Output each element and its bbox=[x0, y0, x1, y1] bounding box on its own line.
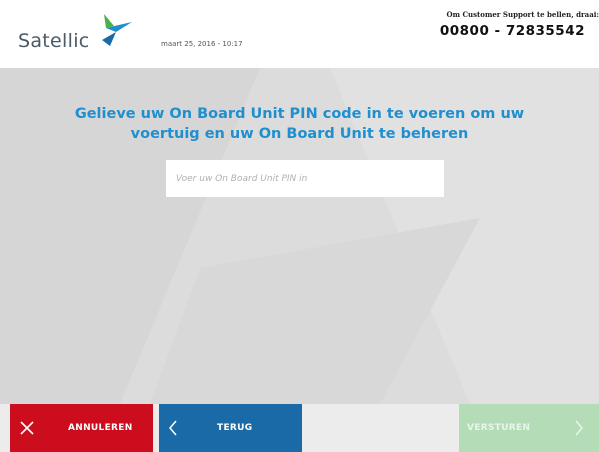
pin-input[interactable] bbox=[166, 160, 444, 197]
chevron-right-icon bbox=[575, 420, 583, 436]
chevron-left-icon bbox=[169, 420, 177, 436]
back-button[interactable]: TERUG bbox=[159, 404, 302, 452]
header: Satellic maart 25, 2016 - 10:17 Om Custo… bbox=[0, 0, 599, 68]
support-label: Om Customer Support te bellen, draai: bbox=[446, 10, 599, 19]
support-phone: 00800 - 72835542 bbox=[439, 23, 585, 39]
satellic-logo: Satellic bbox=[18, 12, 138, 56]
support-info: Om Customer Support te bellen, draai: 00… bbox=[399, 10, 599, 39]
kiosk-screen: Satellic maart 25, 2016 - 10:17 Om Custo… bbox=[0, 0, 599, 452]
send-label: VERSTUREN bbox=[467, 423, 531, 433]
back-label: TERUG bbox=[217, 423, 253, 433]
cancel-button[interactable]: ANNULEREN bbox=[10, 404, 153, 452]
instruction-line-2: voertuig en uw On Board Unit te beheren bbox=[130, 126, 469, 142]
close-icon bbox=[20, 421, 34, 435]
satellic-logo-icon bbox=[102, 14, 132, 46]
instruction-text: Gelieve uw On Board Unit PIN code in te … bbox=[40, 104, 559, 144]
instruction-line-1: Gelieve uw On Board Unit PIN code in te … bbox=[74, 106, 525, 122]
cancel-label: ANNULEREN bbox=[68, 423, 133, 433]
logo-text: Satellic bbox=[18, 30, 90, 52]
datetime: maart 25, 2016 - 10:17 bbox=[161, 40, 243, 48]
footer-bar: ANNULEREN TERUG VERSTUREN bbox=[0, 404, 599, 452]
main-panel: Gelieve uw On Board Unit PIN code in te … bbox=[0, 68, 599, 404]
send-button[interactable]: VERSTUREN bbox=[459, 404, 599, 452]
